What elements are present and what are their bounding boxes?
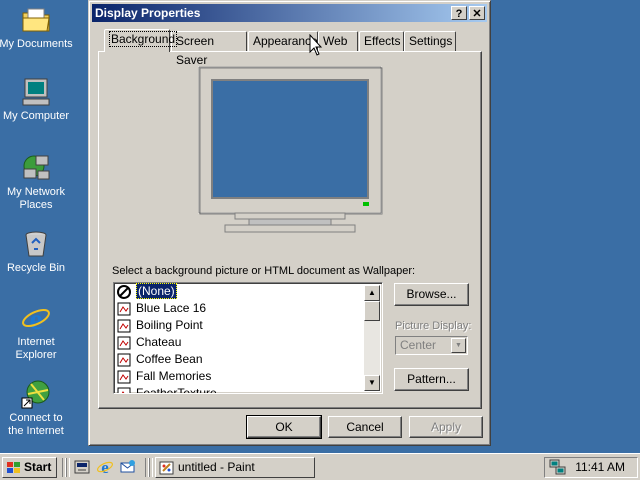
- start-button[interactable]: Start: [2, 457, 57, 478]
- wallpaper-listbox[interactable]: (None) Blue Lace 16 Boiling Point Chatea…: [113, 282, 383, 394]
- list-item[interactable]: FeatherTexture: [117, 385, 217, 394]
- desktop-icon-my-network-places[interactable]: My Network Places: [0, 152, 74, 212]
- tab-appearance[interactable]: Appearance: [248, 31, 318, 51]
- desktop-icon-my-documents[interactable]: My Documents: [0, 4, 74, 51]
- tab-effects[interactable]: Effects: [359, 31, 404, 51]
- taskbar: Start e untitled - Paint 11:41 AM: [0, 453, 640, 480]
- desktop-icon-recycle-bin[interactable]: Recycle Bin: [0, 228, 74, 275]
- taskbar-separator: [149, 458, 153, 477]
- desktop-icon-label-line2: Places: [19, 199, 53, 211]
- wallpaper-label: Select a background picture or HTML docu…: [112, 265, 416, 277]
- list-item-label: Blue Lace 16: [136, 301, 207, 315]
- system-tray: 11:41 AM: [544, 457, 638, 478]
- computer-icon: [22, 78, 50, 106]
- list-item[interactable]: Boiling Point: [117, 317, 203, 334]
- internet-explorer-icon: e: [22, 303, 50, 334]
- paint-icon: [159, 461, 174, 475]
- list-item[interactable]: Blue Lace 16: [117, 300, 206, 317]
- tab-label: Background: [109, 31, 178, 47]
- bitmap-icon: [117, 319, 131, 332]
- list-item-label: Coffee Bean: [136, 352, 203, 366]
- none-icon: [117, 284, 131, 299]
- desktop-icon-connect-internet[interactable]: Connect to the Internet: [0, 378, 74, 438]
- list-item-label: Fall Memories: [136, 369, 212, 383]
- clock[interactable]: 11:41 AM: [575, 460, 625, 475]
- preview-screen: [213, 81, 367, 197]
- wallpaper-preview-monitor: [198, 66, 383, 233]
- chevron-down-icon: ▼: [451, 338, 466, 353]
- taskbar-separator: [66, 458, 70, 477]
- picture-display-value: Center: [400, 338, 437, 352]
- show-desktop-icon[interactable]: [73, 458, 91, 476]
- title-bar[interactable]: Display Properties ? ✕: [92, 4, 487, 22]
- connect-internet-icon: [21, 380, 50, 409]
- bitmap-icon: [117, 353, 131, 366]
- desktop-icon-label: Recycle Bin: [6, 262, 66, 274]
- desktop-icon-label-line1: Internet: [17, 336, 55, 348]
- list-item-label: FeatherTexture: [136, 386, 217, 394]
- help-button[interactable]: ?: [451, 6, 467, 20]
- list-item[interactable]: Coffee Bean: [117, 351, 203, 368]
- bitmap-icon: [117, 370, 131, 383]
- bitmap-icon: [117, 387, 131, 393]
- scroll-thumb[interactable]: [364, 301, 380, 321]
- start-label: Start: [24, 460, 52, 474]
- pattern-button[interactable]: Pattern...: [394, 368, 469, 391]
- task-button-paint[interactable]: untitled - Paint: [155, 457, 315, 478]
- svg-text:e: e: [101, 458, 109, 476]
- tab-background[interactable]: Background: [104, 29, 178, 52]
- listbox-scrollbar[interactable]: ▲ ▼: [364, 285, 380, 391]
- picture-display-label: Picture Display:: [395, 320, 472, 332]
- desktop-icon-my-computer[interactable]: My Computer: [0, 76, 74, 123]
- desktop-icon-label-line1: Connect to: [9, 412, 63, 424]
- desktop-icon-label: My Documents: [0, 38, 73, 50]
- network-places-icon: [23, 155, 50, 180]
- ok-button[interactable]: OK: [246, 415, 322, 439]
- list-item-label: Boiling Point: [136, 318, 203, 332]
- bitmap-icon: [117, 336, 131, 349]
- mouse-cursor-icon: [309, 34, 323, 56]
- apply-button: Apply: [409, 416, 483, 438]
- tab-web[interactable]: Web: [318, 31, 358, 51]
- list-item[interactable]: Chateau: [117, 334, 181, 351]
- windows-logo-icon: [7, 462, 20, 473]
- display-properties-window: Display Properties ? ✕ Background Screen…: [88, 0, 491, 446]
- list-item[interactable]: Fall Memories: [117, 368, 211, 385]
- outlook-express-icon[interactable]: [119, 458, 137, 476]
- cancel-button[interactable]: Cancel: [328, 416, 402, 438]
- recycle-bin-icon: [25, 231, 47, 257]
- desktop-icon-label-line2: Explorer: [15, 349, 57, 361]
- desktop-icon-internet-explorer[interactable]: e Internet Explorer: [0, 302, 74, 362]
- network-tray-icon[interactable]: [549, 459, 567, 476]
- svg-text:e: e: [29, 303, 42, 334]
- task-button-label: untitled - Paint: [178, 460, 255, 474]
- browse-button[interactable]: Browse...: [394, 283, 469, 306]
- desktop-icon-label-line2: the Internet: [8, 425, 64, 437]
- tab-settings[interactable]: Settings: [404, 31, 456, 51]
- bitmap-icon: [117, 302, 131, 315]
- list-item-label: Chateau: [136, 335, 182, 349]
- close-button[interactable]: ✕: [469, 6, 485, 20]
- window-title: Display Properties: [95, 6, 201, 20]
- picture-display-select: Center ▼: [395, 336, 468, 355]
- tab-screen-saver[interactable]: Screen Saver: [171, 31, 247, 67]
- list-item-label: (None): [136, 283, 177, 299]
- folder-documents-icon: [22, 8, 50, 32]
- list-item[interactable]: (None): [117, 283, 177, 300]
- scroll-down-button[interactable]: ▼: [364, 375, 380, 391]
- desktop-icon-label-line1: My Network: [6, 186, 66, 198]
- desktop-icon-label: My Computer: [2, 110, 70, 122]
- scroll-up-button[interactable]: ▲: [364, 285, 380, 301]
- internet-explorer-icon[interactable]: e: [96, 458, 114, 476]
